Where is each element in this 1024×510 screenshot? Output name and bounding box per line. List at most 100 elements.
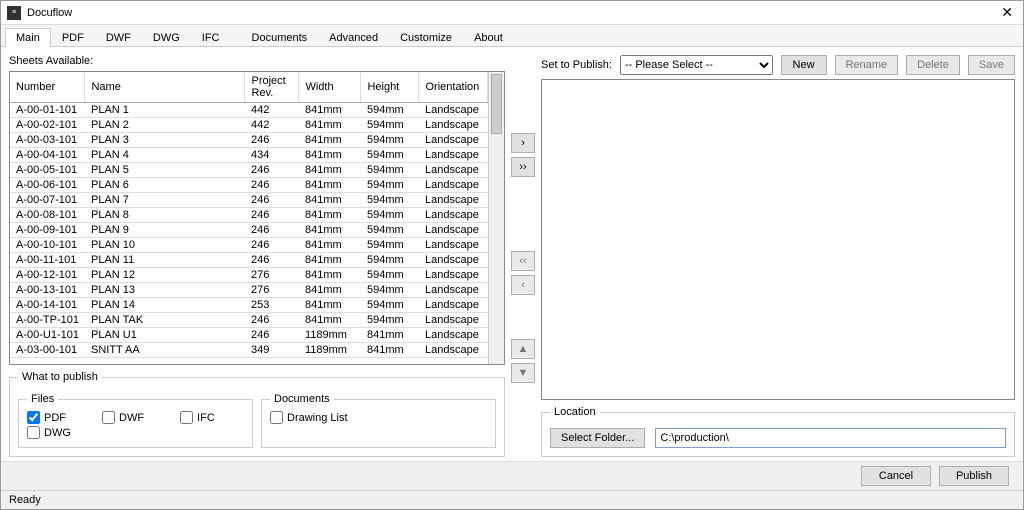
col-height[interactable]: Height	[361, 72, 419, 103]
close-icon[interactable]: ✕	[997, 4, 1017, 21]
cell-h: 594mm	[361, 118, 419, 133]
dwf-checkbox[interactable]: DWF	[102, 411, 144, 424]
tab-customize[interactable]: Customize	[389, 28, 463, 47]
cell-o: Landscape	[419, 178, 488, 193]
table-row[interactable]: A-00-04-101PLAN 4434841mm594mmLandscape	[10, 148, 488, 163]
pdf-checkbox-input[interactable]	[27, 411, 40, 424]
move-up-button[interactable]: ▲	[511, 339, 535, 359]
cell-h: 594mm	[361, 133, 419, 148]
cell-num: A-00-07-101	[10, 193, 85, 208]
cell-h: 594mm	[361, 103, 419, 118]
remove-all-button[interactable]: ‹‹	[511, 251, 535, 271]
cell-h: 594mm	[361, 253, 419, 268]
cell-name: PLAN 7	[85, 193, 245, 208]
tab-documents[interactable]: Documents	[241, 28, 319, 47]
title-bar: ≡ Docuflow ✕	[1, 1, 1023, 25]
cancel-button[interactable]: Cancel	[861, 466, 931, 486]
location-group: Location Select Folder...	[541, 406, 1015, 457]
set-to-publish-label: Set to Publish:	[541, 59, 612, 71]
rename-button[interactable]: Rename	[835, 55, 899, 75]
cell-w: 841mm	[299, 298, 361, 313]
tab-about[interactable]: About	[463, 28, 514, 47]
location-legend: Location	[550, 406, 600, 418]
cell-name: PLAN U1	[85, 328, 245, 343]
cell-num: A-00-13-101	[10, 283, 85, 298]
table-row[interactable]: A-03-00-101SNITT AA3491189mm841mmLandsca…	[10, 343, 488, 358]
cell-rev: 246	[245, 133, 299, 148]
sheets-scrollbar[interactable]	[488, 72, 504, 364]
set-to-publish-select[interactable]: -- Please Select --	[620, 55, 773, 75]
table-row[interactable]: A-00-11-101PLAN 11246841mm594mmLandscape	[10, 253, 488, 268]
publish-button[interactable]: Publish	[939, 466, 1009, 486]
table-row[interactable]: A-00-03-101PLAN 3246841mm594mmLandscape	[10, 133, 488, 148]
table-row[interactable]: A-00-U1-101PLAN U12461189mm841mmLandscap…	[10, 328, 488, 343]
drawing-list-checkbox-input[interactable]	[270, 411, 283, 424]
publish-list[interactable]	[541, 79, 1015, 400]
table-row[interactable]: A-00-12-101PLAN 12276841mm594mmLandscape	[10, 268, 488, 283]
cell-h: 594mm	[361, 298, 419, 313]
sheets-available-label: Sheets Available:	[9, 55, 505, 67]
status-bar: Ready	[1, 490, 1023, 509]
table-row[interactable]: A-00-13-101PLAN 13276841mm594mmLandscape	[10, 283, 488, 298]
dwf-checkbox-input[interactable]	[102, 411, 115, 424]
cell-o: Landscape	[419, 148, 488, 163]
tab-main[interactable]: Main	[5, 28, 51, 47]
cell-o: Landscape	[419, 223, 488, 238]
ifc-checkbox-input[interactable]	[180, 411, 193, 424]
table-row[interactable]: A-00-14-101PLAN 14253841mm594mmLandscape	[10, 298, 488, 313]
table-row[interactable]: A-00-09-101PLAN 9246841mm594mmLandscape	[10, 223, 488, 238]
cell-num: A-00-08-101	[10, 208, 85, 223]
table-row[interactable]: A-00-TP-101PLAN TAK246841mm594mmLandscap…	[10, 313, 488, 328]
dwg-checkbox-input[interactable]	[27, 426, 40, 439]
cell-name: PLAN 3	[85, 133, 245, 148]
tab-dwg[interactable]: DWG	[142, 28, 191, 47]
cell-name: PLAN 8	[85, 208, 245, 223]
cell-o: Landscape	[419, 283, 488, 298]
table-row[interactable]: A-00-07-101PLAN 7246841mm594mmLandscape	[10, 193, 488, 208]
select-folder-button[interactable]: Select Folder...	[550, 428, 645, 448]
table-row[interactable]: A-00-06-101PLAN 6246841mm594mmLandscape	[10, 178, 488, 193]
tab-pdf[interactable]: PDF	[51, 28, 95, 47]
col-orientation[interactable]: Orientation	[419, 72, 488, 103]
folder-path-input[interactable]	[655, 428, 1006, 448]
cell-name: PLAN 5	[85, 163, 245, 178]
cell-h: 594mm	[361, 313, 419, 328]
ifc-checkbox-label: IFC	[197, 412, 215, 424]
tab-advanced[interactable]: Advanced	[318, 28, 389, 47]
cell-w: 841mm	[299, 133, 361, 148]
col-number[interactable]: Number	[10, 72, 85, 103]
cell-o: Landscape	[419, 268, 488, 283]
col-name[interactable]: Name	[85, 72, 245, 103]
table-row[interactable]: A-00-10-101PLAN 10246841mm594mmLandscape	[10, 238, 488, 253]
cell-num: A-00-09-101	[10, 223, 85, 238]
table-row[interactable]: A-00-08-101PLAN 8246841mm594mmLandscape	[10, 208, 488, 223]
col-width[interactable]: Width	[299, 72, 361, 103]
save-button[interactable]: Save	[968, 55, 1015, 75]
move-down-button[interactable]: ▼	[511, 363, 535, 383]
cell-w: 841mm	[299, 238, 361, 253]
cell-w: 841mm	[299, 283, 361, 298]
dwf-checkbox-label: DWF	[119, 412, 144, 424]
col-rev[interactable]: Project Rev.	[245, 72, 299, 103]
cell-rev: 246	[245, 223, 299, 238]
scrollbar-thumb[interactable]	[491, 74, 502, 134]
dwg-checkbox[interactable]: DWG	[27, 426, 71, 439]
cell-w: 841mm	[299, 223, 361, 238]
new-button[interactable]: New	[781, 55, 827, 75]
cell-w: 841mm	[299, 208, 361, 223]
remove-one-button[interactable]: ‹	[511, 275, 535, 295]
tab-dwf[interactable]: DWF	[95, 28, 142, 47]
table-row[interactable]: A-00-05-101PLAN 5246841mm594mmLandscape	[10, 163, 488, 178]
tab-ifc[interactable]: IFC	[191, 28, 231, 47]
add-all-button[interactable]: ››	[511, 157, 535, 177]
delete-button[interactable]: Delete	[906, 55, 960, 75]
cell-rev: 276	[245, 268, 299, 283]
ifc-checkbox[interactable]: IFC	[180, 411, 215, 424]
dwg-checkbox-label: DWG	[44, 427, 71, 439]
pdf-checkbox[interactable]: PDF	[27, 411, 66, 424]
table-row[interactable]: A-00-02-101PLAN 2442841mm594mmLandscape	[10, 118, 488, 133]
cell-w: 841mm	[299, 178, 361, 193]
table-row[interactable]: A-00-01-101PLAN 1442841mm594mmLandscape	[10, 103, 488, 118]
add-one-button[interactable]: ›	[511, 133, 535, 153]
drawing-list-checkbox[interactable]: Drawing List	[270, 411, 348, 424]
